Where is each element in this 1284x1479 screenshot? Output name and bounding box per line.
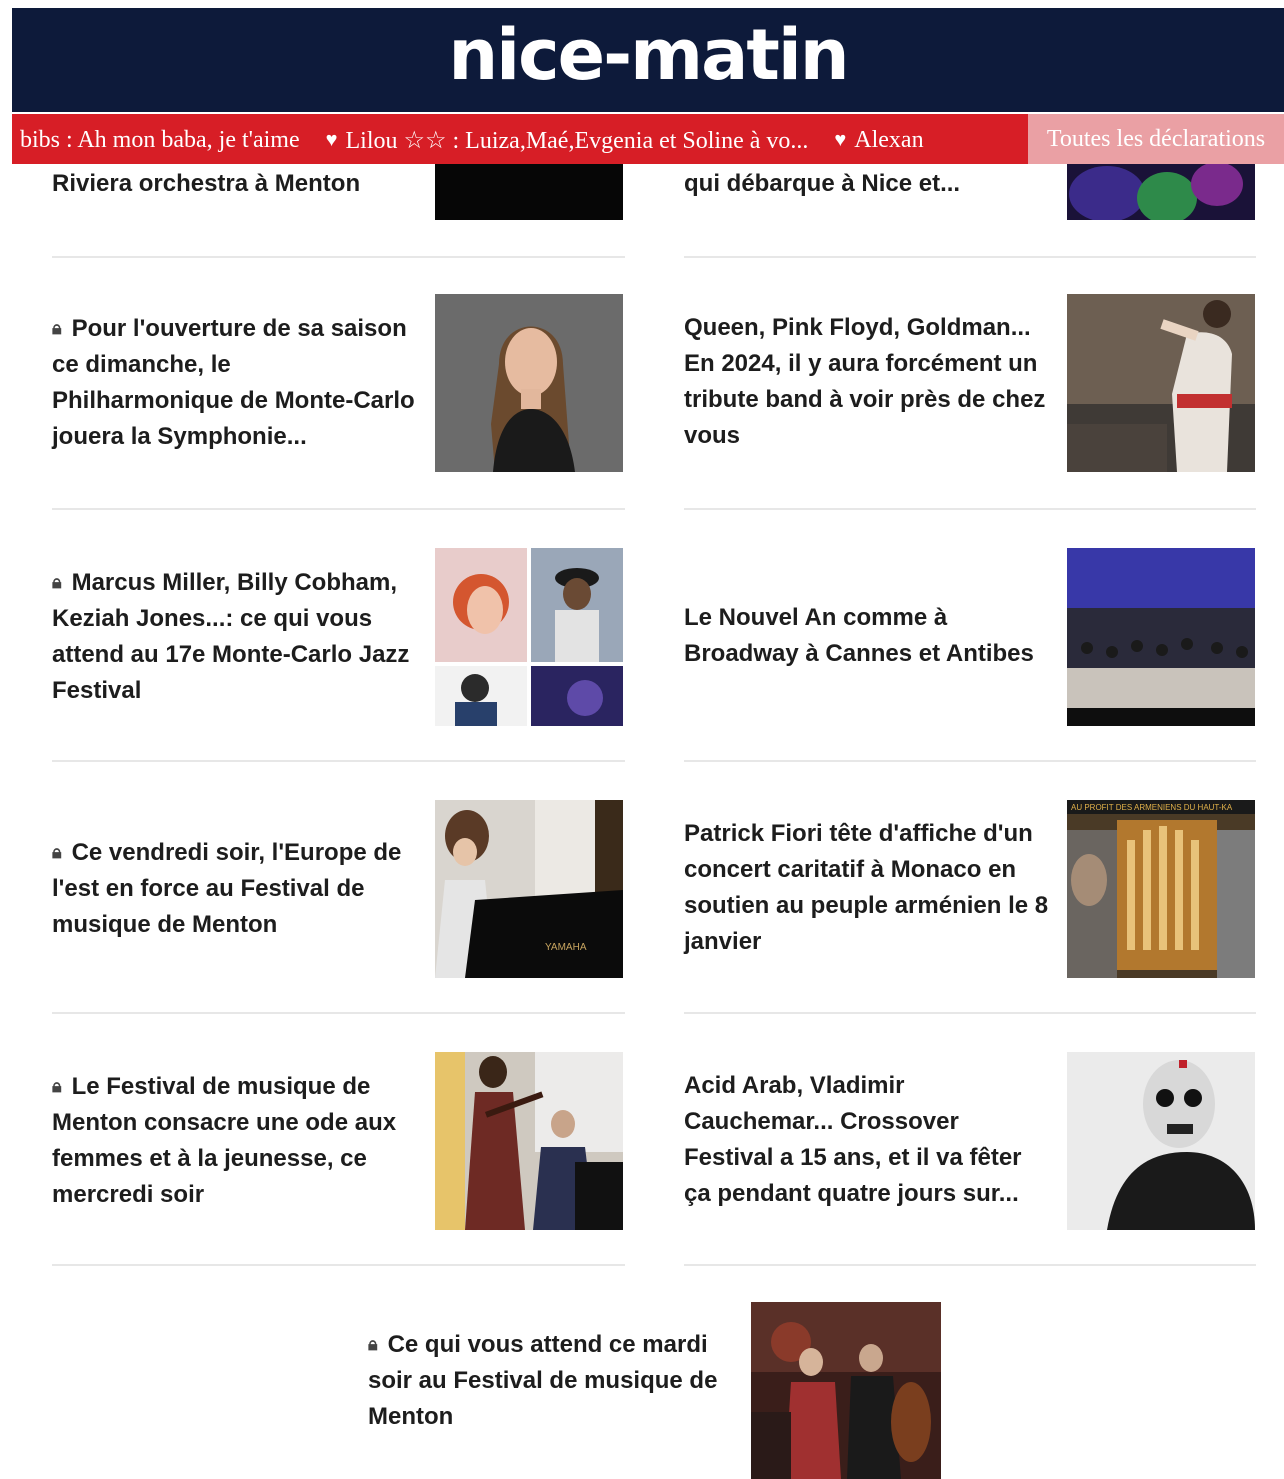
article-thumbnail[interactable] (1067, 548, 1255, 726)
declarations-ticker: bibs : Ah mon baba, je t'aime ♥ Lilou ☆☆… (12, 114, 1284, 164)
heart-icon: ♥ (834, 129, 847, 151)
article-text: 🔒︎ Marcus Miller, Billy Cobham, Keziah Jo… (52, 546, 428, 726)
divider (684, 760, 1256, 762)
divider (52, 508, 625, 510)
divider (52, 760, 625, 762)
article-thumbnail[interactable] (1067, 294, 1255, 472)
article-text: 🔒︎ Pour l'ouverture de sa saison ce diman… (52, 292, 428, 472)
article-thumbnail[interactable]: AU PROFIT DES ARMENIENS DU HAUT-KA (1067, 800, 1255, 978)
divider (52, 1264, 625, 1266)
article-title[interactable]: Ce vendredi soir, l'Europe de l'est en f… (52, 839, 401, 938)
article-thumbnail[interactable] (1067, 1052, 1255, 1230)
article-thumbnail[interactable]: YAMAHA (435, 800, 623, 978)
article-card[interactable]: 🔒︎ Ce qui vous attend ce mardi soir au Fe… (368, 1300, 740, 1460)
article-card[interactable]: Patrick Fiori tête d'affiche d'un concer… (684, 798, 1068, 978)
ticker-item[interactable]: bibs : Ah mon baba, je t'aime (20, 126, 300, 155)
article-title[interactable]: Patrick Fiori tête d'affiche d'un concer… (684, 820, 1048, 955)
article-title[interactable]: Riviera orchestra à Menton (52, 166, 422, 202)
heart-icon: ♥ (325, 129, 338, 151)
site-logo[interactable]: nice-matin (448, 14, 849, 96)
article-title[interactable]: Marcus Miller, Billy Cobham, Keziah Jone… (52, 569, 409, 704)
article-card[interactable]: 🔒︎ Le Festival de musique de Menton consa… (52, 1050, 428, 1230)
divider (52, 1012, 625, 1014)
divider (684, 1012, 1256, 1014)
all-declarations-button[interactable]: Toutes les déclarations (1028, 114, 1284, 164)
lock-icon: 🔒︎ (52, 1075, 62, 1096)
divider (52, 256, 625, 258)
article-card[interactable]: Queen, Pink Floyd, Goldman... En 2024, i… (684, 292, 1064, 472)
article-title[interactable]: Queen, Pink Floyd, Goldman... En 2024, i… (684, 314, 1045, 449)
article-text: Le Nouvel An comme à Broadway à Cannes e… (684, 546, 1064, 726)
ticker-item[interactable]: ♥ Alexan (834, 126, 923, 155)
article-card[interactable]: 🔒︎ Marcus Miller, Billy Cobham, Keziah Jo… (52, 546, 428, 726)
lock-icon: 🔒︎ (368, 1333, 378, 1354)
lock-icon: 🔒︎ (52, 571, 62, 592)
article-thumbnail[interactable] (435, 548, 623, 726)
banner-text: AU PROFIT DES ARMENIENS DU HAUT-KA (1071, 803, 1233, 812)
ticker-item-text: bibs : Ah mon baba, je t'aime (20, 127, 300, 153)
article-thumbnail[interactable] (1067, 164, 1255, 220)
article-text: Patrick Fiori tête d'affiche d'un concer… (684, 798, 1068, 978)
article-title[interactable]: Le Nouvel An comme à Broadway à Cannes e… (684, 604, 1034, 667)
article-thumbnail[interactable] (435, 294, 623, 472)
article-thumbnail[interactable] (435, 1052, 623, 1230)
site-header: nice-matin (12, 8, 1284, 112)
divider (684, 1264, 1256, 1266)
divider (684, 508, 1256, 510)
article-text: Queen, Pink Floyd, Goldman... En 2024, i… (684, 292, 1064, 472)
article-title[interactable]: Ce qui vous attend ce mardi soir au Fest… (368, 1331, 717, 1430)
ticker-item-text: Alexan (854, 127, 924, 153)
divider (684, 256, 1256, 258)
article-title[interactable]: qui débarque à Nice et... (684, 166, 1054, 202)
article-title[interactable]: Pour l'ouverture de sa saison ce dimanch… (52, 315, 415, 450)
lock-icon: 🔒︎ (52, 317, 62, 338)
article-thumbnail[interactable] (751, 1302, 941, 1479)
article-text: 🔒︎ Le Festival de musique de Menton consa… (52, 1050, 428, 1230)
article-title[interactable]: Acid Arab, Vladimir Cauchemar... Crossov… (684, 1072, 1022, 1207)
article-text: 🔒︎ Ce qui vous attend ce mardi soir au Fe… (368, 1300, 740, 1460)
article-card[interactable]: 🔒︎ Pour l'ouverture de sa saison ce diman… (52, 292, 428, 472)
piano-brand-text: YAMAHA (545, 942, 587, 953)
article-thumbnail[interactable] (435, 164, 623, 220)
article-card[interactable]: 🔒︎ Ce vendredi soir, l'Europe de l'est en… (52, 798, 428, 978)
article-text: 🔒︎ Ce vendredi soir, l'Europe de l'est en… (52, 798, 428, 978)
ticker-item-text: Lilou ☆☆ : Luiza,Maé,Evgenia et Soline à… (345, 128, 809, 154)
ticker-item[interactable]: ♥ Lilou ☆☆ : Luiza,Maé,Evgenia et Soline… (326, 126, 809, 155)
article-title[interactable]: Le Festival de musique de Menton consacr… (52, 1073, 396, 1208)
lock-icon: 🔒︎ (52, 841, 62, 862)
article-text: Acid Arab, Vladimir Cauchemar... Crossov… (684, 1050, 1064, 1230)
article-card[interactable]: Le Nouvel An comme à Broadway à Cannes e… (684, 546, 1064, 726)
article-card[interactable]: Acid Arab, Vladimir Cauchemar... Crossov… (684, 1050, 1064, 1230)
